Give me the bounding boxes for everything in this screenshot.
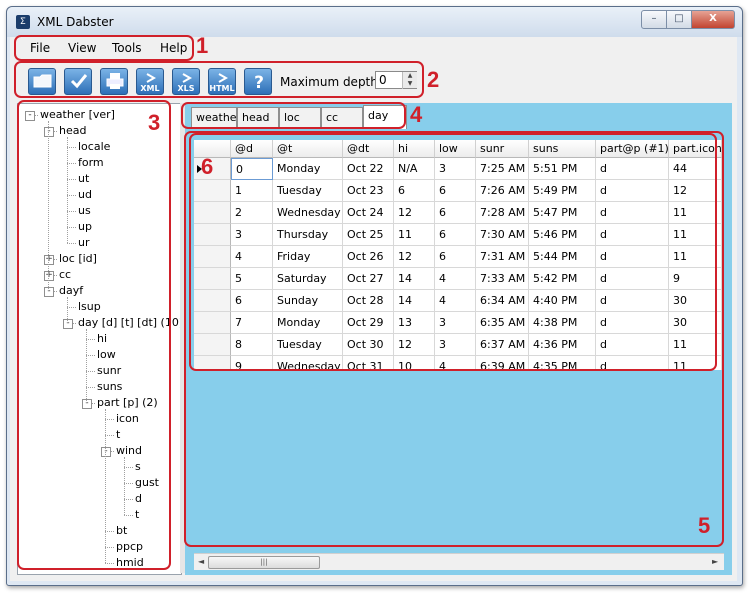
- annotation-box-4: [181, 102, 406, 129]
- minimize-button[interactable]: –: [641, 10, 667, 29]
- annotation-box-2: [14, 61, 424, 98]
- annotation-number-2: 2: [427, 67, 440, 92]
- close-button[interactable]: X: [691, 10, 735, 29]
- annotation-box-3: [17, 100, 171, 570]
- annotation-box-1: [14, 35, 194, 61]
- scroll-thumb[interactable]: |||: [208, 556, 320, 569]
- annotation-number-4: 4: [410, 102, 423, 127]
- scroll-left-icon[interactable]: ◄: [198, 557, 204, 566]
- scroll-right-icon[interactable]: ►: [712, 557, 718, 566]
- annotation-number-3: 3: [148, 110, 161, 135]
- dabster-icon: Σ: [16, 15, 30, 29]
- horizontal-scrollbar[interactable]: ◄ ||| ►: [194, 553, 724, 570]
- annotation-number-5: 5: [698, 513, 711, 538]
- maximize-button[interactable]: □: [666, 10, 692, 29]
- annotation-box-6: [189, 133, 717, 371]
- window-title: XML Dabster: [37, 15, 114, 29]
- title-bar[interactable]: Σ XML Dabster – □ X: [7, 7, 742, 37]
- annotation-number-1: 1: [196, 33, 209, 58]
- annotation-number-6: 6: [201, 154, 214, 179]
